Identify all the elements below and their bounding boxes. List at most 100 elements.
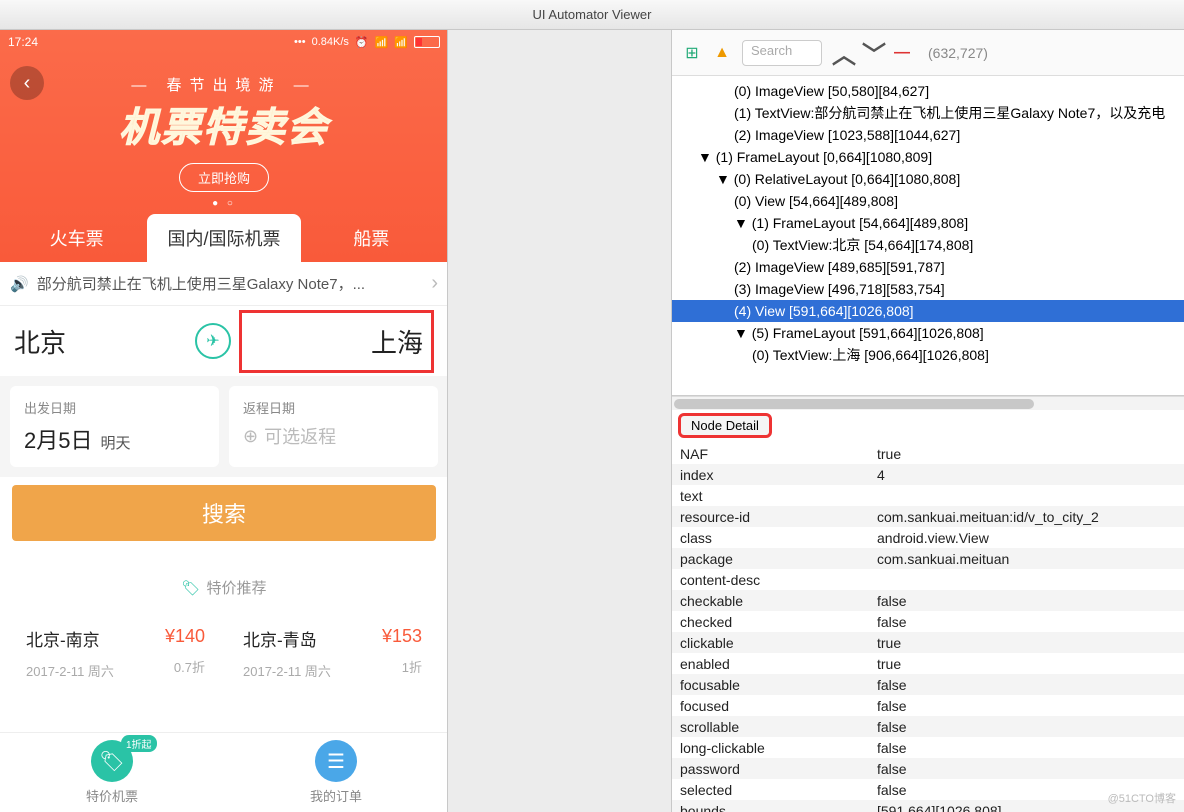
tree-row[interactable]: ▼ (0) RelativeLayout [0,664][1080,808]: [672, 168, 1184, 190]
window-title: UI Automator Viewer: [0, 0, 1184, 30]
swap-cities-button[interactable]: ✈: [195, 323, 231, 359]
chevron-down-icon[interactable]: ﹀: [862, 35, 882, 70]
detail-value: true: [877, 446, 1184, 462]
node-detail-table: NAFtrueindex4textresource-idcom.sankuai.…: [672, 443, 1184, 812]
speaker-icon: 🔊: [10, 275, 29, 293]
signal-icon: 📶: [394, 36, 408, 49]
detail-key: class: [672, 530, 877, 546]
chevron-up-icon[interactable]: ︿: [832, 35, 852, 70]
tree-row[interactable]: (1) TextView:部分航司禁止在飞机上使用三星Galaxy Note7，…: [672, 102, 1184, 124]
detail-key: index: [672, 467, 877, 483]
hero-cta-button[interactable]: 立即抢购: [179, 163, 269, 192]
tree-row[interactable]: ▼ (1) FrameLayout [0,664][1080,809]: [672, 146, 1184, 168]
detail-key: resource-id: [672, 509, 877, 525]
tree-row[interactable]: (0) ImageView [50,580][84,627]: [672, 80, 1184, 102]
tree-row[interactable]: (4) View [591,664][1026,808]: [672, 300, 1184, 322]
detail-row: NAFtrue: [672, 443, 1184, 464]
tab-flight[interactable]: 国内/国际机票: [147, 214, 300, 262]
detail-row: focusedfalse: [672, 695, 1184, 716]
tree-row[interactable]: (2) ImageView [1023,588][1044,627]: [672, 124, 1184, 146]
back-button[interactable]: ‹: [10, 66, 44, 100]
detail-key: checked: [672, 614, 877, 630]
detail-value: 4: [877, 467, 1184, 483]
detail-key: selected: [672, 782, 877, 798]
detail-row: checkedfalse: [672, 611, 1184, 632]
device-screenshot-pane: 17:24 ••• 0.84K/s ⏰ 📶 📶 ‹ — 春节出境游 — 机: [0, 30, 448, 812]
hierarchy-tree[interactable]: (0) ImageView [50,580][84,627](1) TextVi…: [672, 76, 1184, 396]
alarm-icon: ⏰: [355, 36, 369, 49]
depart-date-value: 2月5日: [24, 423, 92, 455]
tree-row[interactable]: (2) ImageView [489,685][591,787]: [672, 256, 1184, 278]
watermark: @51CTO博客: [1108, 790, 1176, 806]
tree-row[interactable]: (3) ImageView [496,718][583,754]: [672, 278, 1184, 300]
depart-date-card[interactable]: 出发日期 2月5日明天: [10, 386, 219, 467]
detail-value: false: [877, 593, 1184, 609]
tag-icon: 🏷: [181, 579, 200, 597]
expand-all-icon[interactable]: ⊞: [682, 43, 702, 63]
search-button[interactable]: 搜索: [12, 485, 436, 541]
deals-badge: 1折起: [121, 735, 157, 752]
notice-text: 部分航司禁止在飞机上使用三星Galaxy Note7，...: [37, 273, 432, 294]
chevron-right-icon: ›: [431, 272, 438, 295]
tree-row[interactable]: (0) TextView:上海 [906,664][1026,808]: [672, 344, 1184, 366]
detail-key: long-clickable: [672, 740, 877, 756]
detail-value: android.view.View: [877, 530, 1184, 546]
carousel-dots: ● ○: [0, 198, 448, 209]
node-detail-tab[interactable]: Node Detail: [678, 413, 772, 438]
search-input[interactable]: Search: [742, 40, 822, 66]
plus-circle-icon: ⊕: [243, 426, 258, 447]
detail-key: clickable: [672, 635, 877, 651]
from-city[interactable]: 北京: [14, 323, 187, 360]
detail-value: false: [877, 677, 1184, 693]
detail-key: text: [672, 488, 877, 504]
return-date-card[interactable]: 返程日期 ⊕ 可选返程: [229, 386, 438, 467]
detail-value: true: [877, 635, 1184, 651]
tree-row[interactable]: ▼ (1) FrameLayout [54,664][489,808]: [672, 212, 1184, 234]
to-city[interactable]: 上海: [239, 310, 434, 373]
detail-row: packagecom.sankuai.meituan: [672, 548, 1184, 569]
return-date-placeholder: 可选返程: [264, 423, 336, 449]
tree-row[interactable]: (0) TextView:北京 [54,664][174,808]: [672, 234, 1184, 256]
bottom-nav-deals[interactable]: 1折起 🏷 特价机票: [0, 733, 224, 812]
detail-key: NAF: [672, 446, 877, 462]
notice-bar[interactable]: 🔊 部分航司禁止在飞机上使用三星Galaxy Note7，... ›: [0, 262, 448, 306]
chevron-left-icon: ‹: [24, 72, 31, 95]
reco-date: 2017-2-11 周六: [243, 661, 331, 680]
list-icon: ☰: [315, 740, 357, 782]
wifi-icon: 📶: [375, 36, 389, 49]
tree-horizontal-scrollbar[interactable]: [672, 396, 1184, 410]
detail-row: long-clickablefalse: [672, 737, 1184, 758]
recommendation-title: 🏷 特价推荐: [0, 577, 448, 598]
detail-row: index4: [672, 464, 1184, 485]
tree-toolbar: ⊞ ▲ Search ︿ ﹀ — (632,727): [672, 30, 1184, 76]
reco-card[interactable]: 北京-青岛 2017-2-11 周六 ¥153 1折: [229, 612, 436, 694]
tab-ship[interactable]: 船票: [295, 214, 448, 262]
detail-key: checkable: [672, 593, 877, 609]
detail-row: clickabletrue: [672, 632, 1184, 653]
reco-route: 北京-南京: [26, 626, 114, 651]
reco-card[interactable]: 北京-南京 2017-2-11 周六 ¥140 0.7折: [12, 612, 219, 694]
bottom-nav-label: 特价机票: [86, 786, 138, 805]
hero-title: 机票特卖会: [0, 95, 448, 153]
bottom-nav-orders[interactable]: ☰ 我的订单: [224, 733, 448, 812]
reco-route: 北京-青岛: [243, 626, 331, 651]
battery-icon: [414, 36, 440, 48]
warning-icon[interactable]: ▲: [712, 44, 732, 62]
middle-pane: [448, 30, 672, 812]
bottom-nav: 1折起 🏷 特价机票 ☰ 我的订单: [0, 732, 448, 812]
detail-row: scrollablefalse: [672, 716, 1184, 737]
detail-key: focusable: [672, 677, 877, 693]
tree-row[interactable]: ▼ (5) FrameLayout [591,664][1026,808]: [672, 322, 1184, 344]
detail-row: enabledtrue: [672, 653, 1184, 674]
tree-row[interactable]: (0) View [54,664][489,808]: [672, 190, 1184, 212]
minus-icon[interactable]: —: [892, 44, 912, 62]
detail-row: resource-idcom.sankuai.meituan:id/v_to_c…: [672, 506, 1184, 527]
detail-row: checkablefalse: [672, 590, 1184, 611]
plane-icon: ✈: [206, 331, 219, 351]
tab-train[interactable]: 火车票: [0, 214, 153, 262]
return-date-label: 返程日期: [243, 398, 424, 417]
detail-value: com.sankuai.meituan: [877, 551, 1184, 567]
detail-row: text: [672, 485, 1184, 506]
detail-value: false: [877, 698, 1184, 714]
reco-date: 2017-2-11 周六: [26, 661, 114, 680]
